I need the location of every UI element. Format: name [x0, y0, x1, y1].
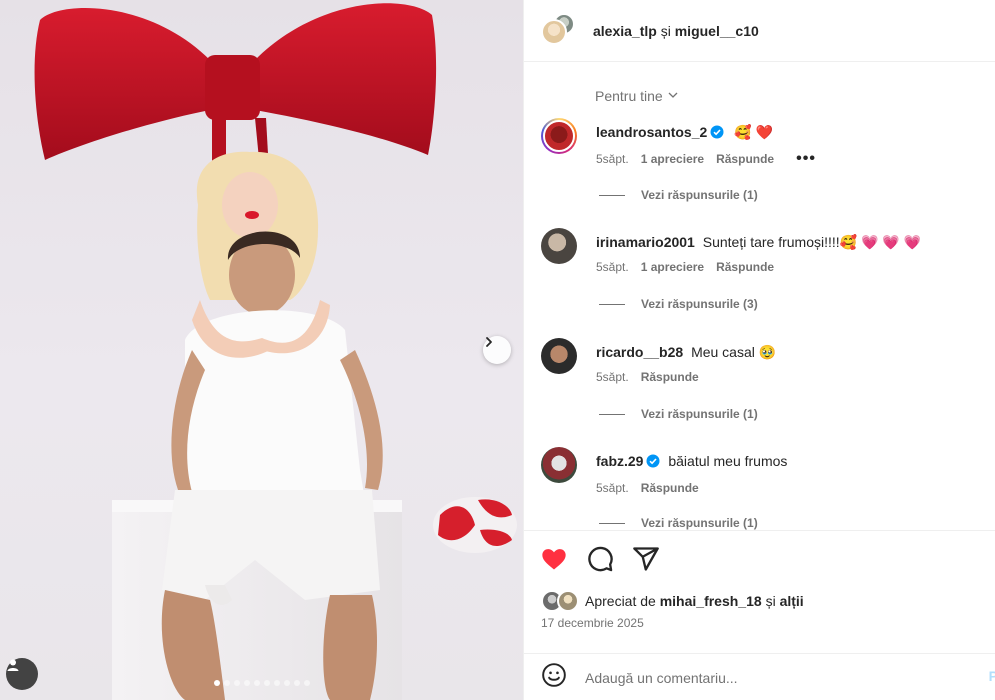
collab-avatars[interactable] — [541, 12, 577, 49]
divider — [599, 194, 625, 196]
divider — [599, 303, 625, 305]
comment-username[interactable]: irinamario2001 — [596, 234, 695, 250]
carousel-dot — [273, 680, 280, 686]
view-replies-label: Vezi răspunsurile (3) — [641, 297, 758, 311]
avatar[interactable] — [541, 338, 577, 374]
verified-icon — [710, 124, 724, 144]
reply-button[interactable]: Răspunde — [716, 260, 774, 274]
liked-and: și — [765, 593, 776, 609]
avatar[interactable] — [541, 118, 577, 154]
comment-text: 🥰 ❤️ — [734, 124, 773, 140]
comment-likes[interactable]: 1 apreciere — [641, 260, 704, 274]
next-slide-button[interactable] — [483, 336, 511, 364]
liked-others[interactable]: alții — [780, 593, 804, 609]
view-replies-button[interactable]: Vezi răspunsurile (1) — [599, 516, 758, 530]
carousel-dot — [303, 680, 310, 686]
avatar — [557, 590, 579, 612]
comment-username[interactable]: fabz.29 — [596, 453, 643, 469]
carousel-dot — [263, 680, 270, 686]
author-username[interactable]: miguel__c10 — [675, 23, 759, 39]
post-actions: Apreciat de mihai_fresh_18 și alții 17 d… — [524, 530, 995, 700]
divider — [599, 522, 625, 524]
view-replies-button[interactable]: Vezi răspunsurile (1) — [599, 407, 758, 421]
post-date: 17 decembrie 2025 — [541, 616, 644, 630]
heart-icon[interactable] — [540, 545, 568, 573]
comment-time: 5săpt. — [596, 481, 629, 495]
photo-illustration — [34, 3, 517, 700]
comment-icon[interactable] — [586, 545, 614, 573]
comment-filter-label: Pentru tine — [595, 88, 663, 104]
carousel-dot — [223, 680, 230, 686]
post-photo[interactable] — [0, 0, 523, 700]
view-replies-button[interactable]: Vezi răspunsurile (1) — [599, 188, 758, 202]
comment-filter[interactable]: Pentru tine — [595, 88, 679, 104]
carousel-dot — [233, 680, 240, 686]
action-bar — [540, 545, 660, 573]
reply-button[interactable]: Răspunde — [641, 370, 699, 384]
post-sidebar: alexia_tlp și miguel__c10 Pentru tine le… — [523, 0, 995, 700]
author-separator: și — [660, 22, 671, 39]
liked-user[interactable]: mihai_fresh_18 — [660, 593, 762, 609]
view-replies-button[interactable]: Vezi răspunsurile (3) — [599, 297, 758, 311]
avatar — [541, 18, 567, 45]
comment-likes[interactable]: 1 apreciere — [641, 152, 704, 166]
comment-text: Sunteți tare frumoși!!!!🥰 💗 💗 💗 — [702, 234, 922, 250]
carousel-dot — [213, 680, 220, 686]
carousel-dot — [283, 680, 290, 686]
emoji-icon[interactable] — [541, 662, 567, 693]
share-icon[interactable] — [632, 545, 660, 573]
carousel-indicator — [0, 680, 523, 686]
avatar[interactable] — [541, 228, 577, 264]
comment-text: băiatul meu frumos — [668, 453, 788, 469]
comment-time: 5săpt. — [596, 260, 629, 274]
comments-list[interactable]: Pentru tine leandrosantos_2 🥰 ❤️ 5săpt. … — [524, 62, 995, 530]
carousel-dot — [293, 680, 300, 686]
comment-input[interactable]: Adaugă un comentariu... — [585, 670, 738, 686]
comment-composer: Adaugă un comentariu... P — [524, 653, 995, 700]
carousel-dot — [243, 680, 250, 686]
comment-time: 5săpt. — [596, 152, 629, 166]
view-replies-label: Vezi răspunsurile (1) — [641, 188, 758, 202]
divider — [599, 413, 625, 415]
comment-username[interactable]: ricardo__b28 — [596, 344, 683, 360]
view-replies-label: Vezi răspunsurile (1) — [641, 516, 758, 530]
reply-button[interactable]: Răspunde — [641, 481, 699, 495]
likes-summary[interactable]: Apreciat de mihai_fresh_18 și alții — [541, 590, 804, 612]
chevron-down-icon — [667, 88, 679, 104]
candy-decoration — [433, 497, 517, 553]
author-username[interactable]: alexia_tlp — [593, 23, 657, 39]
post-header: alexia_tlp și miguel__c10 — [524, 0, 995, 62]
comment-text: Meu casal 🥹 — [691, 344, 777, 360]
comment-time: 5săpt. — [596, 370, 629, 384]
post-comment-button[interactable]: P — [989, 668, 995, 684]
view-replies-label: Vezi răspunsurile (1) — [641, 407, 758, 421]
post-authors: alexia_tlp și miguel__c10 — [593, 23, 759, 39]
reply-button[interactable]: Răspunde — [716, 152, 774, 166]
verified-icon — [646, 453, 660, 473]
avatar[interactable] — [541, 447, 577, 483]
more-options-button[interactable]: ••• — [796, 151, 816, 167]
liked-by-avatars — [541, 590, 581, 612]
liked-prefix: Apreciat de — [585, 593, 656, 609]
comment-username[interactable]: leandrosantos_2 — [596, 124, 707, 140]
carousel-dot — [253, 680, 260, 686]
